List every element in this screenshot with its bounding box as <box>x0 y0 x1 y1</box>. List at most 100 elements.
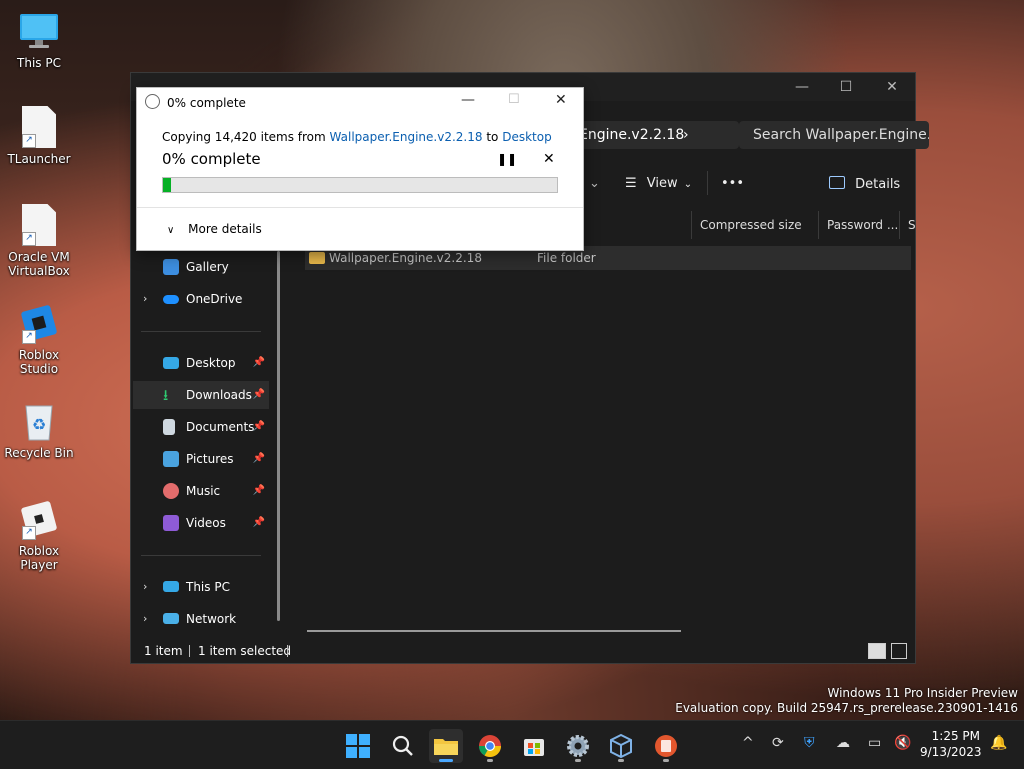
desktop-icon-roblox-player[interactable]: ↗ Roblox Player <box>0 498 79 572</box>
nav-pane-scrollbar[interactable] <box>277 251 280 621</box>
desktop-icon-label: This PC <box>17 56 61 70</box>
roblox-studio-icon: ↗ <box>18 302 60 344</box>
sidebar-item-desktop[interactable]: Desktop 📌 <box>133 349 269 377</box>
archive-app-icon <box>655 735 677 757</box>
document-icon: ↗ <box>18 106 60 148</box>
start-button[interactable] <box>341 729 375 763</box>
list-view-icon: ☰ <box>625 176 637 191</box>
details-view-icon[interactable] <box>868 643 886 659</box>
pause-button[interactable]: ❚❚ <box>497 152 517 166</box>
pin-icon[interactable]: 📌 <box>253 509 265 537</box>
chevron-right-icon[interactable]: › <box>143 573 147 601</box>
sync-icon[interactable]: ⟳ <box>772 735 784 751</box>
details-pane-icon <box>829 176 845 189</box>
sidebar-item-label: Music <box>186 484 221 498</box>
clock[interactable]: 1:25 PM 9/13/2023 <box>920 728 982 760</box>
search-button[interactable] <box>386 729 420 763</box>
watermark-line2: Evaluation copy. Build 25947.rs_prerelea… <box>675 701 1018 715</box>
desktop-icon-label: Oracle VM VirtualBox <box>8 250 70 278</box>
chevron-right-icon[interactable]: › <box>683 121 689 149</box>
close-button[interactable]: ✕ <box>555 92 567 108</box>
details-pane-button[interactable]: Details <box>829 176 900 192</box>
chrome-icon <box>479 735 501 757</box>
sidebar-item-downloads[interactable]: ⭳ Downloads 📌 <box>133 381 269 409</box>
column-size[interactable]: Si <box>899 211 916 239</box>
sidebar-item-documents[interactable]: Documents 📌 <box>133 413 269 441</box>
sidebar-item-videos[interactable]: Videos 📌 <box>133 509 269 537</box>
toolbar-divider <box>707 171 708 195</box>
percent-complete: 0% complete <box>162 150 261 168</box>
pin-icon[interactable]: 📌 <box>253 381 265 409</box>
desktop-icon-recycle-bin[interactable]: ♻ Recycle Bin <box>0 400 79 460</box>
sidebar-item-label: Downloads <box>186 388 252 402</box>
copy-description: Copying 14,420 items from Wallpaper.Engi… <box>162 130 552 144</box>
copy-progress-dialog: 0% complete — ☐ ✕ Copying 14,420 items f… <box>136 87 584 251</box>
horizontal-scrollbar[interactable] <box>307 630 681 632</box>
chrome-taskbar-button[interactable] <box>473 729 507 763</box>
minimize-button[interactable]: — <box>787 79 817 95</box>
more-details-button[interactable]: ∨ More details <box>167 222 262 236</box>
running-indicator <box>575 759 581 762</box>
pin-icon[interactable]: 📌 <box>253 413 265 441</box>
column-password[interactable]: Password ... <box>818 211 899 239</box>
tiles-view-icon[interactable] <box>891 643 907 659</box>
sidebar-item-label: Pictures <box>186 452 234 466</box>
volume-muted-icon[interactable]: 🔇 <box>894 735 911 751</box>
sidebar-item-music[interactable]: Music 📌 <box>133 477 269 505</box>
sidebar-item-gallery[interactable]: Gallery <box>133 253 269 281</box>
videos-icon <box>163 515 179 531</box>
chevron-right-icon[interactable]: › <box>143 285 147 313</box>
watermark-line1: Windows 11 Pro Insider Preview <box>827 686 1018 700</box>
taskbar: ^ ⟳ ⛨ ☁ ▭ 🔇 1:25 PM 9/13/2023 🔔 <box>0 720 1024 769</box>
sidebar-item-pictures[interactable]: Pictures 📌 <box>133 445 269 473</box>
address-bar[interactable]: Engine.v2.2.18 › <box>571 121 739 149</box>
view-button[interactable]: ☰ View ⌄ <box>625 176 692 191</box>
maximize-button[interactable]: ☐ <box>831 79 861 95</box>
store-taskbar-button[interactable] <box>517 729 551 763</box>
minimize-button[interactable]: — <box>461 92 475 108</box>
destination-link[interactable]: Desktop <box>502 130 552 144</box>
sidebar-item-this-pc[interactable]: › This PC <box>133 573 269 601</box>
source-link[interactable]: Wallpaper.Engine.v2.2.18 <box>330 130 483 144</box>
onedrive-offline-icon[interactable]: ☁ <box>836 735 850 751</box>
file-explorer-taskbar-button[interactable] <box>429 729 463 763</box>
nav-divider <box>141 555 261 556</box>
settings-taskbar-button[interactable] <box>561 729 595 763</box>
close-button[interactable]: ✕ <box>877 79 907 95</box>
archiver-taskbar-button[interactable] <box>649 729 683 763</box>
sidebar-item-network[interactable]: › Network <box>133 605 269 633</box>
copying-prefix: Copying 14,420 items from <box>162 130 326 144</box>
gallery-icon <box>163 259 179 275</box>
progress-clock-icon <box>145 94 160 109</box>
music-icon <box>163 483 179 499</box>
sidebar-item-onedrive[interactable]: › OneDrive <box>133 285 269 313</box>
sidebar-item-label: This PC <box>186 580 230 594</box>
cancel-button[interactable]: ✕ <box>543 151 555 167</box>
shortcut-arrow-icon: ↗ <box>22 526 36 540</box>
pin-icon[interactable]: 📌 <box>253 445 265 473</box>
network-display-icon[interactable]: ▭ <box>868 735 881 751</box>
nav-divider <box>141 331 261 332</box>
more-options-button[interactable]: ••• <box>721 176 744 191</box>
view-label: View <box>646 176 678 191</box>
column-compressed-size[interactable]: Compressed size <box>691 211 818 239</box>
chevron-up-icon[interactable]: ^ <box>742 735 754 751</box>
item-count: 1 item <box>144 644 183 658</box>
maximize-button: ☐ <box>508 92 520 107</box>
status-divider <box>189 645 190 657</box>
desktop-icon-tlauncher[interactable]: ↗ TLauncher <box>0 106 79 166</box>
svg-text:♻: ♻ <box>32 415 46 434</box>
notification-bell-icon[interactable]: 🔔 <box>990 735 1007 751</box>
desktop-icon-this-pc[interactable]: This PC <box>0 10 79 70</box>
search-input[interactable]: Search Wallpaper.Engine.v <box>739 121 929 149</box>
windows-logo-icon <box>346 734 370 758</box>
security-shield-icon[interactable]: ⛨ <box>804 735 815 751</box>
desktop-icon-roblox-studio[interactable]: ↗ Roblox Studio <box>0 302 79 376</box>
pin-icon[interactable]: 📌 <box>253 349 265 377</box>
pictures-icon <box>163 451 179 467</box>
pin-icon[interactable]: 📌 <box>253 477 265 505</box>
virtualbox-taskbar-button[interactable] <box>604 729 638 763</box>
chevron-down-icon[interactable]: ⌄ <box>589 176 600 191</box>
chevron-right-icon[interactable]: › <box>143 605 147 633</box>
desktop-icon-virtualbox[interactable]: ↗ Oracle VM VirtualBox <box>0 204 79 278</box>
